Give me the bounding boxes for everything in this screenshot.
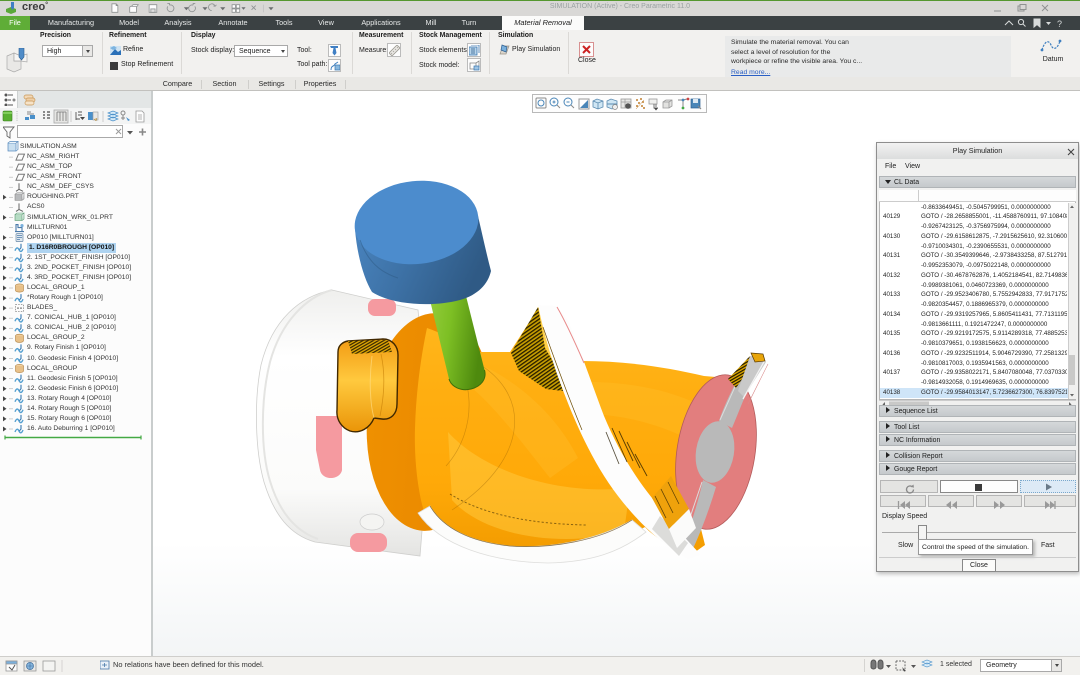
svg-text:?: ? [1057, 19, 1062, 29]
